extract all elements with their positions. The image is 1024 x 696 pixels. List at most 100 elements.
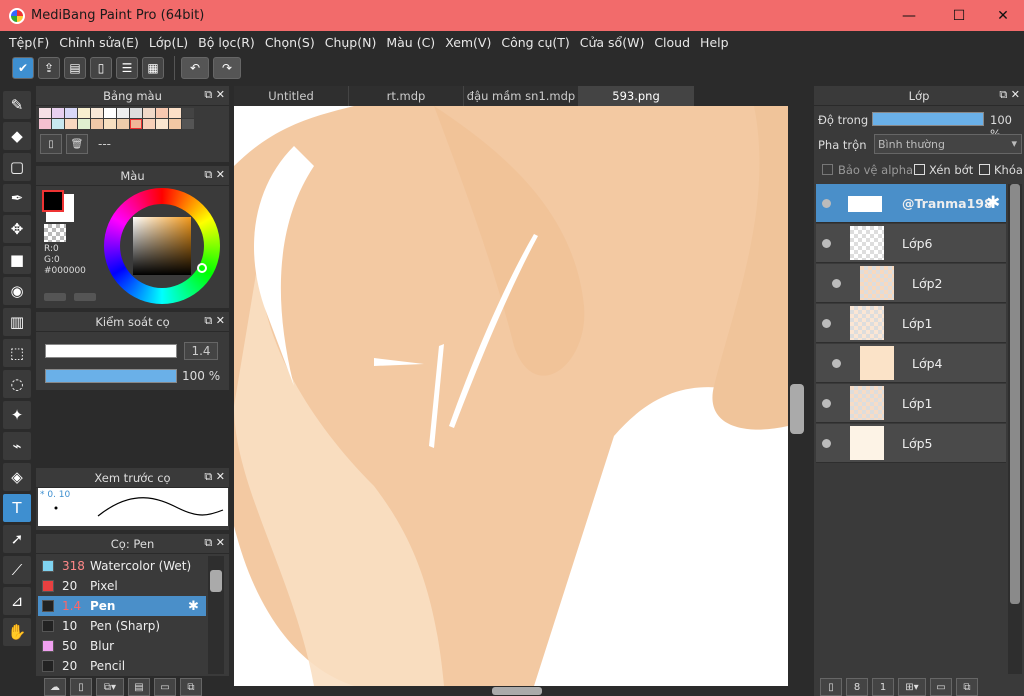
lasso-tool-icon[interactable]: ◌ [3,370,31,398]
eyedropper-tool-icon[interactable]: ⊿ [3,587,31,615]
brush-settings-icon[interactable]: ▤ [128,678,150,696]
rect-select-tool-icon[interactable]: ⬚ [3,339,31,367]
maximize-button[interactable]: ☐ [936,0,982,31]
minimize-button[interactable]: — [886,0,932,31]
new-palette-icon[interactable]: ▯ [40,134,62,154]
menu-select[interactable]: Chọn(S) [260,35,320,50]
text-tool-icon[interactable]: T [3,494,31,522]
eye-icon[interactable] [822,319,831,328]
brush-size-slider[interactable] [45,344,177,358]
tab-dau-mam[interactable]: đậu mầm sn1.mdp [464,86,579,106]
brush-opacity-slider[interactable] [45,369,177,383]
brush-list-scrollbar[interactable] [208,556,224,674]
eye-icon[interactable] [822,199,831,208]
panel-close-icon[interactable]: ⧉ ✕ [999,88,1020,102]
panel-close-icon[interactable]: ⧉ ✕ [204,470,225,484]
panel-close-icon[interactable]: ⧉ ✕ [204,88,225,102]
close-button[interactable]: ✕ [980,0,1024,31]
select-pen-tool-icon[interactable]: ⌁ [3,432,31,460]
lock-checkbox[interactable] [979,164,990,175]
tab-untitled[interactable]: Untitled [234,86,349,106]
layer-row[interactable]: @Tranma198 ✱ [816,184,1006,223]
hue-wheel[interactable] [104,188,220,304]
eye-icon[interactable] [832,359,841,368]
menu-cloud[interactable]: Cloud [649,35,695,50]
layer-row[interactable]: Lớp2 [816,264,1006,303]
gradient-tool-icon[interactable]: ▥ [3,308,31,336]
eye-icon[interactable] [822,239,831,248]
menu-edit[interactable]: Chỉnh sửa(E) [54,35,144,50]
menu-tools[interactable]: Công cụ(T) [496,35,574,50]
duplicate-layer-icon[interactable]: ⧉ [956,678,978,696]
operation-tool-icon[interactable]: ➚ [3,525,31,553]
hue-handle[interactable] [197,263,207,273]
foreground-color-swatch[interactable] [42,190,64,212]
brush-item-pen[interactable]: 1.4 Pen ✱ [38,596,206,616]
layer-row[interactable]: Lớp1 [816,384,1006,423]
canvas-horizontal-scrollbar[interactable] [234,686,808,696]
layer-row[interactable]: Lớp5 [816,424,1006,463]
grid-icon[interactable]: ▦ [142,57,164,79]
new-brush-icon[interactable]: ▯ [70,678,92,696]
vertical-scroll-thumb[interactable] [790,384,804,434]
menu-view[interactable]: Xem(V) [440,35,496,50]
panel-close-icon[interactable]: ⧉ ✕ [204,314,225,328]
brush-settings-gear-icon[interactable]: ✱ [188,599,199,614]
menu-help[interactable]: Help [695,35,734,50]
eye-icon[interactable] [822,439,831,448]
upload-icon[interactable]: ⇪ [38,57,60,79]
bucket-tool-icon[interactable]: ◉ [3,277,31,305]
panel-close-icon[interactable]: ⧉ ✕ [204,168,225,182]
dropper-tool-icon[interactable]: ⟋ [3,556,31,584]
undo-icon[interactable]: ↶ [181,57,209,79]
menu-layer[interactable]: Lớp(L) [144,35,193,50]
layer-list-scrollbar[interactable] [1008,184,1022,674]
blend-mode-select[interactable]: Bình thường ▾ [874,134,1022,154]
saturation-square[interactable] [133,217,191,275]
layer-row[interactable]: Lớp4 [816,344,1006,383]
horizontal-scroll-thumb[interactable] [492,687,542,695]
new-layer-icon[interactable]: ▯ [820,678,842,696]
layer-settings-gear-icon[interactable]: ✱ [986,193,1000,213]
magic-wand-tool-icon[interactable]: ✦ [3,401,31,429]
new-1bit-layer-icon[interactable]: 1 [872,678,894,696]
comment-icon[interactable]: ▤ [64,57,86,79]
pen-tool-icon[interactable]: ✒ [3,184,31,212]
layer-opacity-slider[interactable] [872,112,984,126]
brush-tool-icon[interactable]: ✎ [3,91,31,119]
delete-palette-icon[interactable]: 🗑 [66,134,88,154]
cloud-check-icon[interactable]: ✔ [12,57,34,79]
brush-item-pencil[interactable]: 20 Pencil [38,656,206,676]
clip-checkbox[interactable] [914,164,925,175]
page-icon[interactable]: ▯ [90,57,112,79]
add-layer-menu-icon[interactable]: ⊞▾ [898,678,926,696]
duplicate-brush-icon[interactable]: ⧉ [180,678,202,696]
color-picker-button[interactable] [74,293,96,301]
list-icon[interactable]: ☰ [116,57,138,79]
canvas-vertical-scrollbar[interactable] [788,106,808,686]
drawing-canvas[interactable] [234,106,788,686]
menu-filter[interactable]: Bộ lọc(R) [193,35,260,50]
color-mode-button[interactable] [44,293,66,301]
brush-item-pen-sharp[interactable]: 10 Pen (Sharp) [38,616,206,636]
new-8bit-layer-icon[interactable]: 8 [846,678,868,696]
protect-alpha-checkbox[interactable] [822,164,833,175]
layer-row[interactable]: Lớp6 [816,224,1006,263]
cloud-brush-icon[interactable]: ☁ [44,678,66,696]
menu-file[interactable]: Tệp(F) [4,35,54,50]
brush-folder-icon[interactable]: ▭ [154,678,176,696]
brush-size-value[interactable]: 1.4 [184,342,218,360]
add-brush-icon[interactable]: ⧉▾ [96,678,124,696]
move-tool-icon[interactable]: ✥ [3,215,31,243]
rectangle-tool-icon[interactable]: ▢ [3,153,31,181]
eye-icon[interactable] [832,279,841,288]
layer-row[interactable]: Lớp1 [816,304,1006,343]
redo-icon[interactable]: ↷ [213,57,241,79]
select-eraser-tool-icon[interactable]: ◈ [3,463,31,491]
tab-rt[interactable]: rt.mdp [349,86,464,106]
tab-593[interactable]: 593.png [579,86,694,106]
eraser-tool-icon[interactable]: ◆ [3,122,31,150]
eye-icon[interactable] [822,399,831,408]
fill-rectangle-tool-icon[interactable]: ■ [3,246,31,274]
menu-window[interactable]: Cửa sổ(W) [575,35,650,50]
